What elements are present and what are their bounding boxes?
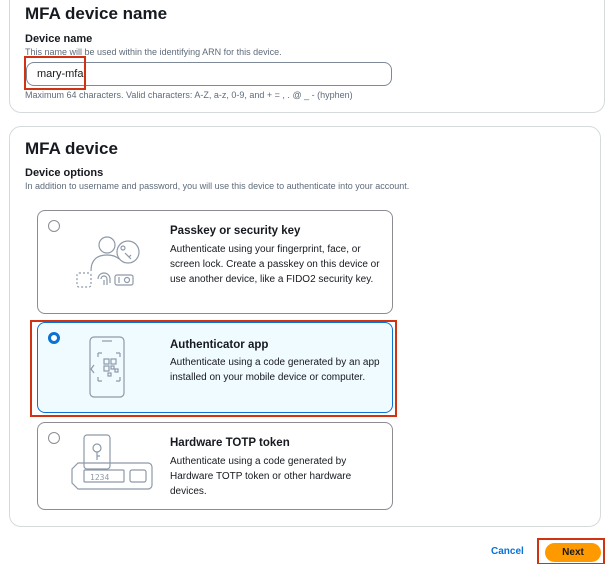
mfa-device-heading: MFA device <box>25 139 118 158</box>
device-name-constraint: Maximum 64 characters. Valid characters:… <box>25 90 353 100</box>
cancel-button[interactable]: Cancel <box>491 546 524 557</box>
authenticator-app-title: Authenticator app <box>170 339 269 351</box>
token-display-text: 1234 <box>90 473 109 482</box>
passkey-title: Passkey or security key <box>170 225 301 237</box>
device-options-description: In addition to username and password, yo… <box>25 181 410 191</box>
passkey-radio[interactable] <box>48 220 60 232</box>
mfa-device-name-heading: MFA device name <box>25 4 168 23</box>
passkey-description: Authenticate using your fingerprint, fac… <box>170 244 380 285</box>
hardware-totp-title: Hardware TOTP token <box>170 437 290 449</box>
next-button[interactable]: Next <box>545 543 601 562</box>
authenticator-app-illustration-icon <box>89 336 125 398</box>
device-name-input[interactable] <box>26 62 392 86</box>
option-passkey-tile[interactable]: Passkey or security key Authenticate usi… <box>37 210 393 314</box>
authenticator-app-description: Authenticate using a code generated by a… <box>170 357 380 383</box>
device-name-label: Device name <box>25 33 93 45</box>
hardware-totp-radio[interactable] <box>48 432 60 444</box>
authenticator-app-radio[interactable] <box>48 332 60 344</box>
option-authenticator-app-tile[interactable]: Authenticator app Authenticate using a c… <box>37 322 393 413</box>
hardware-totp-description: Authenticate using a code generated by H… <box>170 456 352 497</box>
option-hardware-totp-tile[interactable]: 1234 Hardware TOTP token Authenticate us… <box>37 422 393 510</box>
device-name-description: This name will be used within the identi… <box>25 47 282 57</box>
passkey-illustration-icon <box>76 236 140 288</box>
device-options-label: Device options <box>25 167 104 179</box>
hardware-token-illustration-icon: 1234 <box>71 434 153 490</box>
